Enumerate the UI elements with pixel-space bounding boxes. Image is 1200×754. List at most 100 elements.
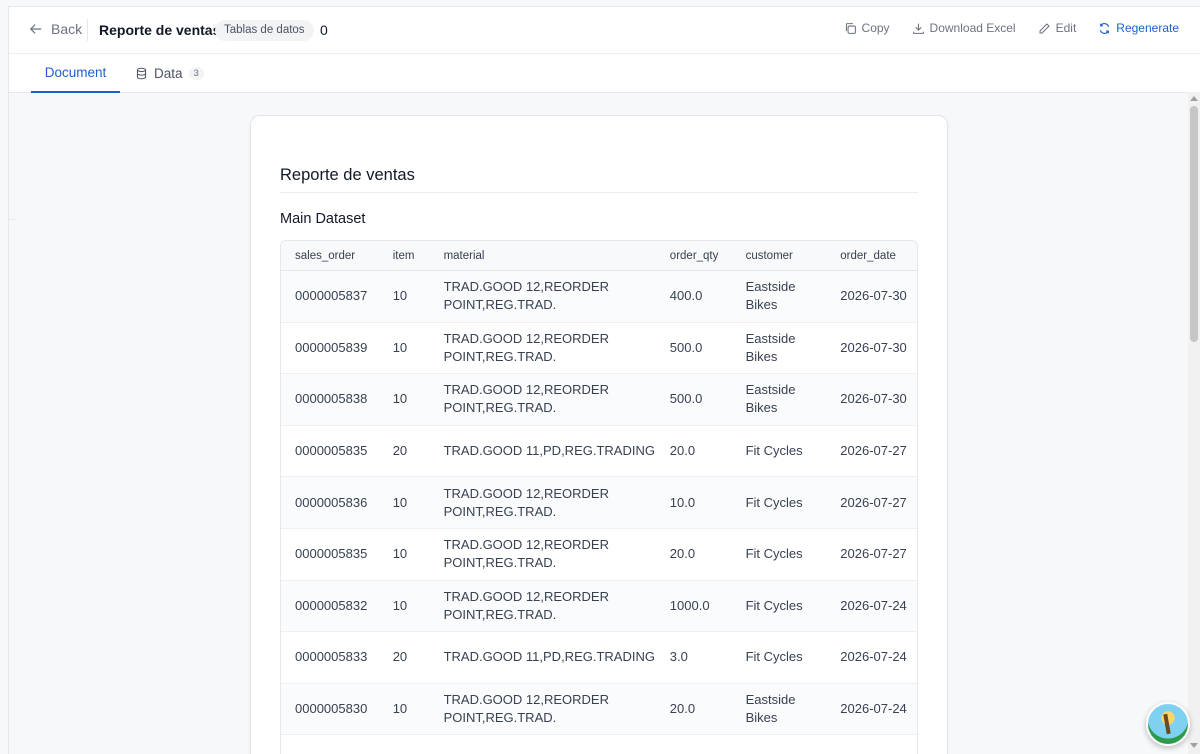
download-excel-button[interactable]: Download Excel <box>912 21 1016 35</box>
section-heading: Main Dataset <box>280 211 366 227</box>
document-card: Reporte de ventas Main Dataset sales_ord… <box>250 115 948 754</box>
table-cell: 10 <box>392 701 408 717</box>
column-header: order_qty <box>669 249 719 262</box>
refresh-icon <box>1100 22 1110 34</box>
palm-tree-icon <box>1163 713 1171 735</box>
action-toolbar: Copy Download Excel Edit Regenerate <box>844 21 1179 35</box>
scroll-down-icon[interactable] <box>1190 743 1198 748</box>
table-cell: 2026-07-27 <box>840 494 907 510</box>
table-cell: 2026-07-27 <box>840 546 907 562</box>
table-row: 0000005836 10 TRAD.GOOD 12,REORDER POINT,R… <box>281 477 917 529</box>
table-row: 0000005837 10 TRAD.GOOD 12,REORDER POINT,R… <box>281 271 917 323</box>
database-icon <box>136 67 147 80</box>
back-label: Back <box>51 21 83 37</box>
table-row: 0000005835 10 TRAD.GOOD 12,REORDER POINT,R… <box>281 529 917 581</box>
table-cell: TRAD.GOOD 12,REORDER POINT,REG.TRAD. <box>443 382 609 416</box>
pencil-icon <box>1039 22 1050 33</box>
divider <box>87 19 88 41</box>
table-cell: 20.0 <box>669 443 696 459</box>
tab-document-label: Document <box>44 65 107 80</box>
regenerate-button[interactable]: Regenerate <box>1098 21 1179 35</box>
download-icon <box>912 23 924 34</box>
top-bar: Back Reporte de ventas Tablas de datos 0… <box>9 7 1200 54</box>
table-header: sales_order item material order_qty cust… <box>281 241 917 271</box>
scrollbar[interactable] <box>1188 92 1200 754</box>
table-cell: 20 <box>392 649 408 665</box>
table-cell: 0000005835 <box>295 546 368 562</box>
table-body: 0000005837 10 TRAD.GOOD 12,REORDER POINT,R… <box>281 271 917 754</box>
table-row: 0000005832 10 TRAD.GOOD 12,REORDER POINT,R… <box>281 580 917 633</box>
assistant-avatar[interactable] <box>1146 702 1190 746</box>
count-value: 0 <box>320 22 328 38</box>
arrow-left-icon <box>29 24 42 34</box>
regenerate-label: Regenerate <box>1116 21 1179 35</box>
table-cell: Fit Cycles <box>745 597 803 613</box>
table-cell: 2026-07-24 <box>840 701 907 717</box>
table-cell: Fit Cycles <box>745 494 803 510</box>
edit-button[interactable]: Edit <box>1038 21 1077 35</box>
table-row: 0000005835 20 TRAD.GOOD 11,PD,REG.TRADING 2… <box>281 426 917 478</box>
column-header: customer <box>745 249 793 262</box>
table-cell: 500.0 <box>669 339 703 355</box>
table-cell: 20.0 <box>669 546 696 562</box>
table-cell: 2026-07-30 <box>840 391 907 407</box>
table-cell: 10 <box>392 391 408 407</box>
tab-data[interactable]: Data 3 <box>135 54 204 93</box>
table-cell: 10 <box>392 494 408 510</box>
table-cell: 0000005832 <box>295 597 368 613</box>
table-cell: TRAD.GOOD 12,REORDER POINT,REG.TRAD. <box>443 485 609 519</box>
table-cell: 10 <box>392 597 408 613</box>
scroll-thumb[interactable] <box>1190 106 1198 342</box>
edit-label: Edit <box>1055 21 1077 35</box>
table-cell: 2026-07-27 <box>840 443 907 459</box>
table-cell: 400.0 <box>669 288 703 304</box>
table-cell: 2026-07-24 <box>840 649 907 665</box>
table-cell: 10 <box>392 339 408 355</box>
table-cell: TRAD.GOOD 12,REORDER POINT,REG.TRAD. <box>443 537 609 571</box>
table-cell: Eastside Bikes <box>745 279 796 313</box>
scroll-up-icon[interactable] <box>1190 96 1198 101</box>
table-row: Eastside2026-07 <box>281 735 917 754</box>
table-row: 0000005833 20 TRAD.GOOD 11,PD,REG.TRADING 3… <box>281 632 917 684</box>
left-edge-divider <box>9 219 17 220</box>
table-cell: 10 <box>392 288 408 304</box>
column-header: order_date <box>840 249 896 262</box>
table-cell: Eastside Bikes <box>745 330 796 364</box>
back-button[interactable]: Back <box>29 21 82 37</box>
document-title: Reporte de ventas <box>280 166 415 184</box>
table-cell: TRAD.GOOD 11,PD,REG.TRADING <box>443 443 655 459</box>
table-cell: 1000.0 <box>669 597 710 613</box>
table-cell: TRAD.GOOD 11,PD,REG.TRADING <box>443 649 655 665</box>
table-cell: TRAD.GOOD 12,REORDER POINT,REG.TRAD. <box>443 588 609 622</box>
table-row: 0000005838 10 TRAD.GOOD 12,REORDER POINT,R… <box>281 374 917 426</box>
table-cell: TRAD.GOOD 12,REORDER POINT,REG.TRAD. <box>443 692 609 726</box>
category-tag[interactable]: Tablas de datos <box>215 20 314 41</box>
table-cell: TRAD.GOOD 12,REORDER POINT,REG.TRAD. <box>443 330 609 364</box>
copy-button[interactable]: Copy <box>844 21 890 35</box>
title-divider <box>280 192 918 193</box>
page-title: Reporte de ventas <box>99 22 221 38</box>
table-cell: 2026-07-30 <box>840 339 907 355</box>
table-cell: 20 <box>392 443 408 459</box>
table-cell: 0000005836 <box>295 494 368 510</box>
table-row: 0000005839 10 TRAD.GOOD 12,REORDER POINT,R… <box>281 323 917 375</box>
table-cell: 3.0 <box>669 649 688 665</box>
column-header: sales_order <box>295 249 356 262</box>
table-cell: 0000005838 <box>295 391 368 407</box>
tab-document[interactable]: Document <box>31 54 120 93</box>
app-window: Back Reporte de ventas Tablas de datos 0… <box>8 6 1200 754</box>
table-cell: 500.0 <box>669 391 703 407</box>
table-cell: 20.0 <box>669 701 696 717</box>
data-table: sales_order item material order_qty cust… <box>280 240 918 754</box>
table-cell: 0000005839 <box>295 339 368 355</box>
table-cell: Fit Cycles <box>745 546 803 562</box>
column-header: item <box>392 249 415 262</box>
column-header: material <box>443 249 485 262</box>
download-label: Download Excel <box>929 21 1016 35</box>
table-cell: 2026-07-30 <box>840 288 907 304</box>
table-cell: Fit Cycles <box>745 443 803 459</box>
table-cell: 0000005837 <box>295 288 368 304</box>
table-cell: 0000005835 <box>295 443 368 459</box>
table-cell: Eastside Bikes <box>745 382 796 416</box>
table-cell: 0000005833 <box>295 649 368 665</box>
